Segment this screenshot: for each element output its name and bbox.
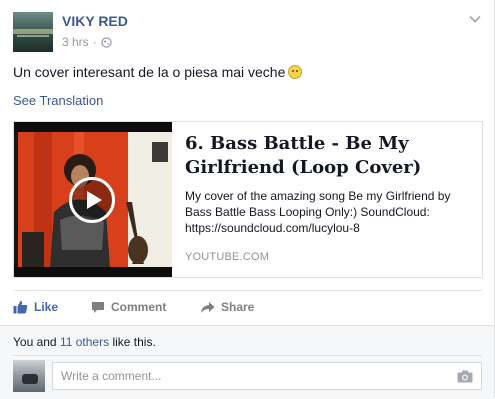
- share-button[interactable]: Share: [200, 300, 254, 314]
- thumbs-up-icon: [13, 300, 28, 314]
- link-preview-card[interactable]: 6. Bass Battle - Be My Girlfriend (Loop …: [13, 121, 483, 278]
- camera-icon[interactable]: [457, 370, 473, 383]
- link-description: My cover of the amazing song Be my Girlf…: [185, 189, 451, 235]
- link-title[interactable]: 6. Bass Battle - Be My Girlfriend (Loop …: [185, 132, 475, 180]
- play-icon[interactable]: [69, 177, 115, 223]
- meta-separator: ·: [92, 35, 97, 49]
- video-thumbnail[interactable]: [14, 122, 172, 277]
- chevron-down-icon[interactable]: [468, 12, 482, 26]
- speech-bubble-icon: [92, 301, 104, 313]
- likes-suffix: like this.: [109, 335, 156, 349]
- author-name[interactable]: VIKY RED: [62, 13, 128, 29]
- viewer-avatar[interactable]: [13, 360, 45, 392]
- link-source-domain: YOUTUBE.COM: [185, 251, 270, 263]
- post-meta: 3 hrs ·: [62, 35, 112, 49]
- actions-divider: [13, 290, 482, 291]
- footer-divider: [13, 355, 482, 356]
- author-avatar[interactable]: [13, 12, 53, 52]
- globe-icon[interactable]: [101, 36, 112, 48]
- share-label: Share: [221, 300, 255, 314]
- link-preview-body: 6. Bass Battle - Be My Girlfriend (Loop …: [185, 132, 475, 236]
- comment-placeholder: Write a comment...: [61, 369, 162, 383]
- post-message-text: Un cover interesant de la o piesa mai ve…: [13, 64, 286, 80]
- comment-input[interactable]: Write a comment...: [52, 362, 482, 390]
- likes-summary: You and 11 others like this.: [13, 335, 156, 349]
- post-message: Un cover interesant de la o piesa mai ve…: [13, 64, 303, 80]
- likes-prefix: You and: [13, 335, 60, 349]
- see-translation-link[interactable]: See Translation: [13, 93, 103, 108]
- like-label: Like: [34, 300, 59, 314]
- smiley-icon: [288, 65, 303, 79]
- like-button[interactable]: Like: [13, 300, 58, 314]
- facebook-post: VIKY RED 3 hrs · Un cover interesant de …: [0, 0, 495, 399]
- comment-label: Comment: [111, 300, 167, 314]
- comment-button[interactable]: Comment: [91, 300, 166, 314]
- post-time[interactable]: 3 hrs: [62, 35, 89, 49]
- share-arrow-icon: [201, 301, 215, 313]
- likes-others-link[interactable]: 11 others: [60, 335, 109, 349]
